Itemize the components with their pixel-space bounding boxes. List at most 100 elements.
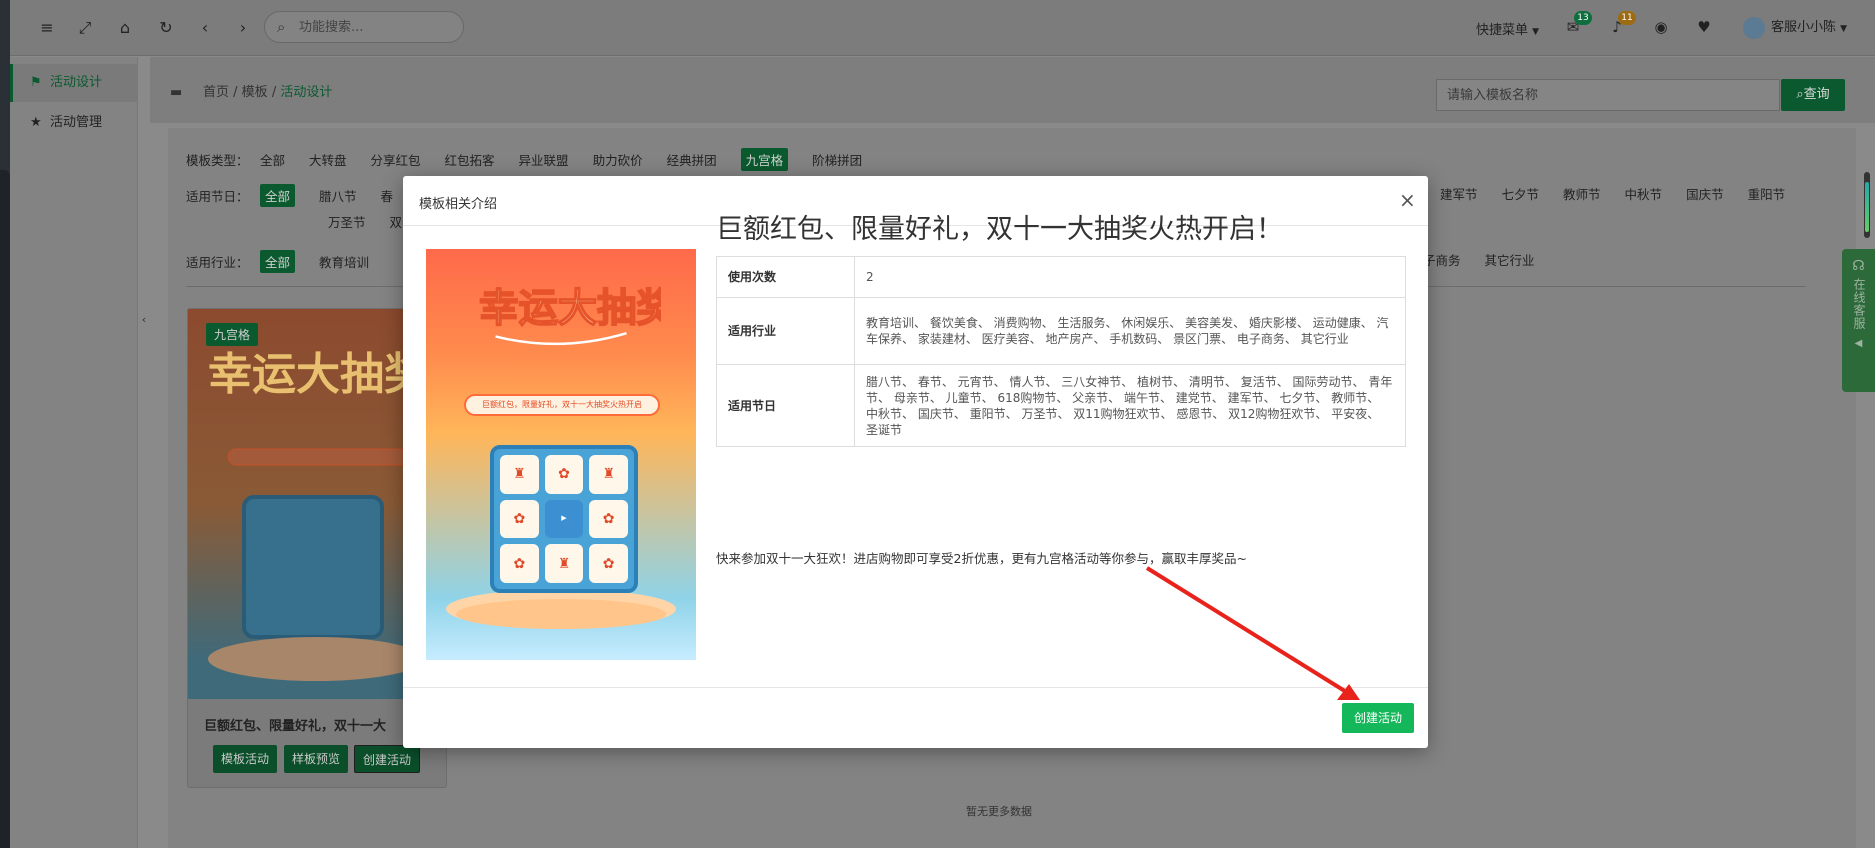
filter-industry-option-right-0[interactable]: 子商务 bbox=[1423, 250, 1461, 269]
scroll-indicator[interactable] bbox=[1864, 172, 1870, 238]
breadcrumb-sep: / bbox=[233, 85, 238, 100]
template-search-input[interactable] bbox=[1436, 79, 1780, 111]
filter-type-option-4[interactable]: 异业联盟 bbox=[519, 150, 569, 169]
function-search-input[interactable] bbox=[299, 17, 449, 37]
scroll-fill bbox=[1865, 182, 1869, 232]
template-intro-modal: 模板相关介绍 × 幸运大抽奖 巨额红包，限量好礼，双十一大抽奖火热开启 ♜ ✿ … bbox=[403, 176, 1428, 748]
topbar: ≡ ⤢ ⌂ ↻ ‹ › ⌕ 快捷菜单 ▼ ✉13 ♪11 ◉ ♥ 客服小小陈 ▼ bbox=[10, 0, 1875, 56]
breadcrumb-sep: / bbox=[271, 85, 277, 100]
filter-holiday-label: 适用节日： bbox=[186, 189, 249, 204]
quick-menu[interactable]: 快捷菜单 ▼ bbox=[1476, 19, 1539, 38]
breadcrumb-home[interactable]: 首页 bbox=[203, 85, 229, 100]
menu-icon[interactable]: ≡ bbox=[36, 17, 58, 39]
query-button-label: 查询 bbox=[1803, 87, 1830, 102]
template-activity-button[interactable]: 模板活动 bbox=[213, 745, 278, 773]
filter-holiday-option-right-3[interactable]: 中秋节 bbox=[1625, 184, 1663, 203]
row-value: 教育培训、 餐饮美食、 消费购物、 生活服务、 休闲娱乐、 美容美发、 婚庆影楼… bbox=[854, 297, 1406, 365]
sidebar-item-activity-manage[interactable]: ★ 活动管理 bbox=[10, 104, 138, 142]
table-row: 适用节日 腊八节、 春节、 元宵节、 情人节、 三八女神节、 植树节、 清明节、… bbox=[716, 364, 1406, 447]
filter-type-option-2[interactable]: 分享红包 bbox=[371, 150, 421, 169]
svg-text:幸运大抽奖: 幸运大抽奖 bbox=[208, 349, 428, 400]
filter-industry-option-1[interactable]: 教育培训 bbox=[319, 252, 369, 271]
account-icon[interactable]: ◉ bbox=[1650, 18, 1672, 38]
filter-industry-option-0[interactable]: 全部 bbox=[259, 250, 295, 273]
search-icon: ⌕ bbox=[277, 18, 286, 36]
user-name: 客服小小陈 bbox=[1771, 20, 1837, 35]
avatar bbox=[1743, 16, 1765, 39]
filter-holiday-option-1[interactable]: 腊八节 bbox=[319, 186, 357, 205]
close-icon[interactable]: × bbox=[1399, 190, 1416, 210]
star-icon: ★ bbox=[30, 115, 42, 130]
bell-badge: 11 bbox=[1618, 11, 1636, 25]
filter-industry-label: 适用行业： bbox=[186, 255, 249, 270]
filter-holiday-option-right-1[interactable]: 七夕节 bbox=[1502, 184, 1540, 203]
poster-banner: 巨额红包，限量好礼，双十一大抽奖火热开启 bbox=[464, 394, 660, 416]
table-row: 适用行业 教育培训、 餐饮美食、 消费购物、 生活服务、 休闲娱乐、 美容美发、… bbox=[716, 297, 1406, 365]
filter-holiday-option-right-5[interactable]: 重阳节 bbox=[1748, 184, 1786, 203]
filter-type-row: 模板类型： 全部 大转盘 分享红包 红包拓客 异业联盟 助力砍价 经典拼团 九宫格 阶梯拼团 bbox=[186, 148, 886, 172]
mail-icon[interactable]: ✉ 13 bbox=[1562, 11, 1592, 38]
sidebar: ⚑ 活动设计 ★ 活动管理 bbox=[10, 57, 138, 848]
breadcrumb-template[interactable]: 模板 bbox=[242, 85, 268, 100]
no-more-data: 暂无更多数据 bbox=[966, 805, 1032, 818]
gift-icon: ♜ bbox=[589, 455, 628, 494]
card-create-activity-button[interactable]: 创建活动 bbox=[354, 745, 421, 773]
refresh-icon[interactable]: ↻ bbox=[155, 17, 177, 39]
filter-type-option-1[interactable]: 大转盘 bbox=[309, 150, 347, 169]
filter-holiday-option-2[interactable]: 春 bbox=[381, 186, 394, 205]
filter-holiday-option-0[interactable]: 全部 bbox=[259, 184, 295, 207]
filter-industry-option-right-1[interactable]: 其它行业 bbox=[1485, 250, 1535, 269]
template-detail-table: 使用次数 2 适用行业 教育培训、 餐饮美食、 消费购物、 生活服务、 休闲娱乐… bbox=[716, 256, 1406, 447]
fullscreen-icon[interactable]: ⤢ bbox=[74, 17, 96, 39]
function-search[interactable]: ⌕ bbox=[264, 11, 464, 43]
filter-industry-row-right: 子商务 其它行业 bbox=[1423, 250, 1559, 274]
filter-type-option-5[interactable]: 助力砍价 bbox=[593, 150, 643, 169]
sample-preview-button[interactable]: 样板预览 bbox=[284, 745, 349, 773]
user-menu[interactable]: 客服小小陈 ▼ bbox=[1743, 16, 1847, 39]
svg-text:幸运大抽奖: 幸运大抽奖 bbox=[479, 287, 661, 332]
modal-footer-divider bbox=[403, 687, 1428, 688]
headset-icon: ☊ bbox=[1852, 258, 1865, 274]
gift-icon: ♜ bbox=[544, 544, 584, 583]
query-button[interactable]: ⌕查询 bbox=[1781, 79, 1845, 111]
mail-badge: 13 bbox=[1574, 11, 1592, 25]
caret-left-icon: ◀ bbox=[1854, 338, 1863, 349]
draw-center-icon: ▶ bbox=[544, 499, 584, 539]
filter-type-option-7[interactable]: 九宫格 bbox=[740, 148, 789, 171]
poster-headline-art: 幸运大抽奖 bbox=[478, 286, 661, 346]
filter-holiday-option-right-4[interactable]: 国庆节 bbox=[1686, 184, 1724, 203]
filter-type-option-3[interactable]: 红包拓客 bbox=[445, 150, 495, 169]
poster-stage-top bbox=[456, 599, 666, 629]
filter-type-option-6[interactable]: 经典拼团 bbox=[667, 150, 717, 169]
filter-holiday-option-right-0[interactable]: 建军节 bbox=[1440, 184, 1478, 203]
nine-grid: ♜ ✿ ♜ ✿ ▶ ✿ ✿ ♜ ✿ bbox=[490, 445, 638, 593]
shield-icon[interactable]: ♥ bbox=[1693, 18, 1715, 38]
filter-holiday-option-right-2[interactable]: 教师节 bbox=[1563, 184, 1601, 203]
row-key: 使用次数 bbox=[716, 256, 855, 298]
online-service-widget[interactable]: ☊ 在线客服 ◀ bbox=[1842, 249, 1875, 392]
back-icon[interactable]: ‹ bbox=[194, 17, 216, 39]
chevron-down-icon: ▼ bbox=[1840, 24, 1848, 34]
create-activity-button[interactable]: 创建活动 bbox=[1342, 703, 1414, 733]
sidebar-item-label: 活动设计 bbox=[50, 75, 103, 90]
breadcrumb-current: 活动设计 bbox=[280, 85, 333, 100]
edge-nub bbox=[0, 170, 10, 848]
folder-icon: ▬ bbox=[170, 85, 183, 100]
search-icon: ⌕ bbox=[1796, 87, 1804, 102]
filter-type-option-0[interactable]: 全部 bbox=[260, 150, 285, 169]
bell-icon[interactable]: ♪ 11 bbox=[1606, 11, 1636, 38]
row-key: 适用行业 bbox=[716, 297, 855, 365]
modal-title: 模板相关介绍 bbox=[419, 197, 498, 212]
row-key: 适用节日 bbox=[716, 364, 855, 447]
home-icon[interactable]: ⌂ bbox=[114, 17, 136, 39]
filter-holiday-option-row2-0[interactable]: 万圣节 bbox=[328, 212, 366, 231]
left-edge-strip bbox=[0, 0, 10, 848]
filter-holiday-option-row2-1[interactable]: 双 bbox=[390, 212, 403, 231]
filter-type-option-8[interactable]: 阶梯拼团 bbox=[812, 150, 862, 169]
sidebar-item-activity-design[interactable]: ⚑ 活动设计 bbox=[10, 64, 138, 102]
forward-icon[interactable]: › bbox=[232, 17, 254, 39]
collapse-sidebar-icon[interactable]: ‹ bbox=[138, 300, 150, 340]
filter-type-label: 模板类型： bbox=[186, 153, 249, 168]
filter-holiday-row-right: 建军节 七夕节 教师节 中秋节 国庆节 重阳节 bbox=[1440, 184, 1809, 208]
flag-icon: ⚑ bbox=[30, 75, 42, 90]
